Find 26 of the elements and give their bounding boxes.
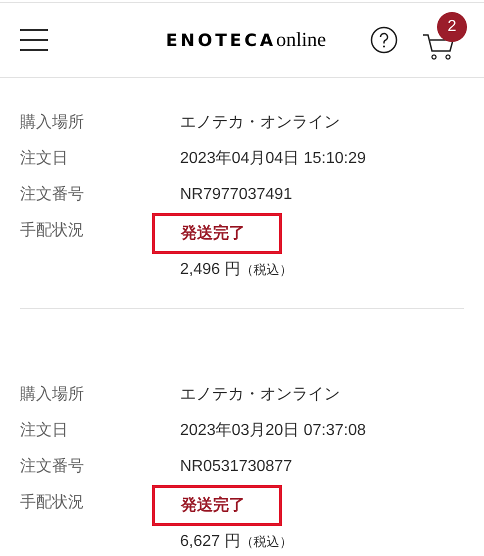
price-text: 2,496 円 (180, 260, 240, 280)
status-text: 発送完了 (152, 485, 282, 526)
field-label: 注文日 (20, 420, 69, 441)
help-icon[interactable] (370, 26, 398, 54)
field-value: NR0531730877 (180, 457, 292, 477)
cart-count-badge: 2 (437, 12, 467, 42)
field-label: 注文番号 (20, 456, 85, 477)
field-label: 手配状況 (20, 220, 85, 241)
cart-icon[interactable] (422, 32, 456, 62)
field-value: エノテカ・オンライン (180, 113, 340, 133)
field-label: 購入場所 (20, 112, 85, 133)
field-label: 手配状況 (20, 492, 85, 513)
field-value: NR7977037491 (180, 185, 292, 205)
tax-note: （税込） (240, 533, 292, 551)
logo-wordmark[interactable]: ENOTECA (166, 29, 276, 54)
field-label: 注文番号 (20, 184, 85, 205)
field-label: 注文日 (20, 148, 69, 169)
field-value: 2023年03月20日 07:37:08 (180, 421, 366, 441)
logo-suffix[interactable]: online (276, 25, 326, 55)
field-label: 購入場所 (20, 384, 85, 405)
field-value: エノテカ・オンライン (180, 385, 340, 405)
status-text: 発送完了 (152, 213, 282, 254)
price-text: 6,627 円 (180, 532, 240, 552)
menu-icon[interactable] (20, 29, 48, 51)
tax-note: （税込） (240, 261, 292, 279)
field-value: 2023年04月04日 15:10:29 (180, 149, 366, 169)
